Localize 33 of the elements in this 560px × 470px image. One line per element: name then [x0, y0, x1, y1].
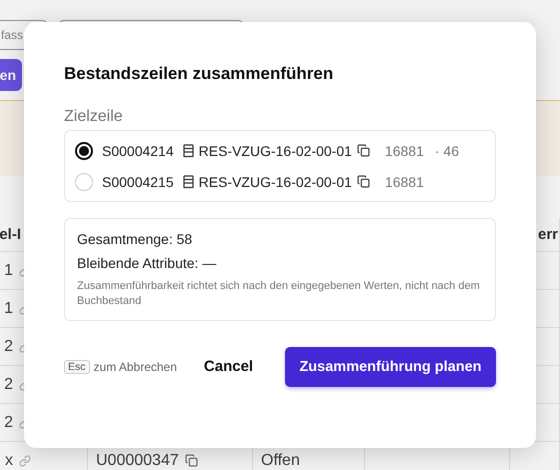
copy-icon[interactable]	[356, 175, 370, 188]
primary-button[interactable]: en	[0, 59, 22, 91]
confirm-button[interactable]: Zusammenführung planen	[285, 346, 496, 387]
list-icon	[182, 144, 194, 158]
copy-icon[interactable]	[356, 144, 370, 157]
number-text: 16881	[384, 174, 424, 190]
column-header: el-I	[0, 226, 21, 243]
total-text: Gesamtmenge: 58	[77, 231, 194, 247]
quantity-text: · 46	[434, 142, 459, 158]
section-label: Zielzeile	[64, 108, 124, 126]
table-cell: 1	[4, 300, 13, 318]
list-icon	[182, 174, 194, 188]
table-cell: x	[5, 452, 13, 470]
table-cell: 2	[4, 376, 13, 394]
note-text: Zusammenführbarkeit richtet sich nach den eingegebenen Werten, nicht nach dem Buchbestand	[77, 279, 481, 310]
table-cell: 2	[4, 414, 13, 432]
column-header: err	[538, 226, 558, 243]
table-cell: 2	[4, 338, 13, 356]
reference-text: RES-VZUG-16-02-00-01	[198, 174, 352, 190]
table-cell: U00000347	[96, 452, 179, 470]
radio-button[interactable]	[75, 142, 93, 160]
table-cell: 1	[4, 262, 13, 280]
row-code: S00004215	[102, 174, 174, 190]
cancel-button[interactable]: Cancel	[204, 350, 254, 384]
attributes-text: Bleibende Attribute: —	[77, 255, 218, 271]
dialog-title: Bestandszeilen zusammenführen	[64, 64, 334, 84]
table-cell: Offen	[261, 452, 300, 470]
hint-text: zum Abbrechen	[94, 360, 177, 374]
copy-icon[interactable]	[184, 454, 198, 467]
row-code: S00004214	[102, 142, 174, 158]
number-text: 16881	[384, 142, 424, 158]
key-hint: Esc	[64, 360, 90, 374]
reference-text: RES-VZUG-16-02-00-01	[198, 142, 352, 158]
